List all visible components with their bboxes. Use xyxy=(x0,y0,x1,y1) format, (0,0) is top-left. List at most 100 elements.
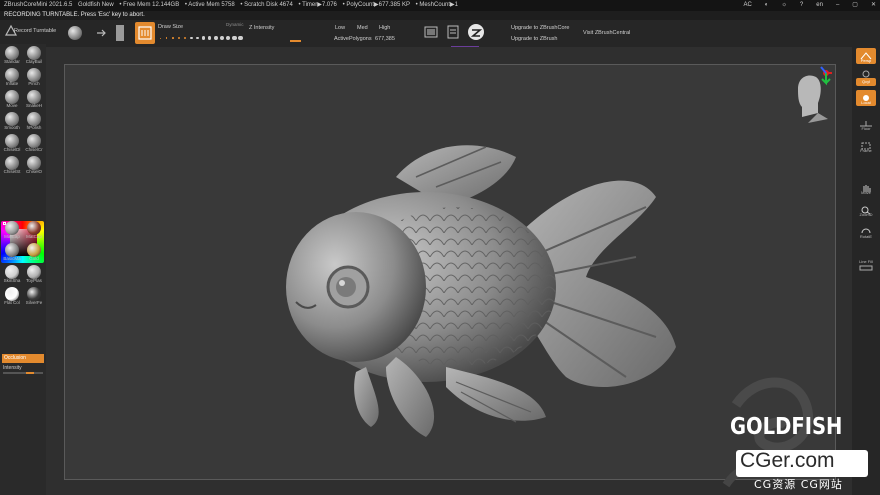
brush-preview-icon xyxy=(27,90,41,104)
image-icon[interactable] xyxy=(424,26,438,38)
brush-preview-icon xyxy=(27,112,41,126)
intensity-slider[interactable] xyxy=(3,372,43,374)
draw-size-dot[interactable] xyxy=(172,37,174,39)
material-7[interactable]: SilverFe xyxy=(23,286,45,306)
material-preview-icon xyxy=(5,287,19,301)
material-label: BasicMa xyxy=(3,256,21,261)
brush-preview-icon xyxy=(27,156,41,170)
rotate-button[interactable]: RotatE xyxy=(856,224,876,240)
record-turntable-label[interactable]: Record Turntable xyxy=(14,28,56,34)
visit-zbrushcentral-link[interactable]: Visit ZBrushCentral xyxy=(583,30,630,36)
draw-mode-button[interactable] xyxy=(135,22,155,44)
poly-count: • PolyCount▶677.385 KP xyxy=(342,2,410,8)
brush-preview-icon xyxy=(5,156,19,170)
floor-button[interactable]: Floor xyxy=(856,116,876,132)
material-label: Gold xyxy=(29,256,39,261)
qcyl-button[interactable]: Qcyl xyxy=(856,78,876,86)
draw-size-dot[interactable] xyxy=(178,37,180,39)
material-2[interactable]: BasicMa xyxy=(1,242,23,262)
brush-10[interactable]: ChiselSt xyxy=(1,155,23,175)
material-preview-icon xyxy=(27,243,41,257)
low-label[interactable]: Low xyxy=(335,25,345,31)
draw-size-dot[interactable] xyxy=(232,35,237,41)
zoom-button[interactable]: ZoomD xyxy=(856,202,876,218)
brush-7[interactable]: hPolish xyxy=(23,111,45,131)
local-button[interactable]: Local xyxy=(856,90,876,106)
draw-size-dot[interactable] xyxy=(238,35,243,41)
brush-11[interactable]: ChiselO xyxy=(23,155,45,175)
brush-8[interactable]: ChiselDl xyxy=(1,133,23,153)
minimize-icon[interactable]: – xyxy=(836,0,839,11)
brush-4[interactable]: Move xyxy=(1,89,23,109)
draw-size-dot[interactable] xyxy=(166,37,168,39)
move-button[interactable]: Move xyxy=(856,180,876,196)
line-fill-button[interactable]: Line Fill xyxy=(856,256,876,272)
brush-label: Standar xyxy=(4,59,20,64)
frame-button[interactable]: Frame xyxy=(856,138,876,154)
material-label: SkinSha xyxy=(3,278,21,283)
draw-size-dot[interactable] xyxy=(184,36,187,40)
dynamic-label[interactable]: Dynamic xyxy=(226,22,244,27)
material-3[interactable]: Gold xyxy=(23,242,45,262)
material-1[interactable]: MatCap xyxy=(23,220,45,240)
upgrade-zbrush-link[interactable]: Upgrade to ZBrush xyxy=(511,36,557,42)
material-5[interactable]: ToyPlas xyxy=(23,264,45,284)
window-icon-1[interactable]: ◐ xyxy=(765,0,769,11)
persp-button[interactable]: Persp xyxy=(856,48,876,64)
goldfish-title: GOLDFISH xyxy=(730,414,843,440)
top-shelf: Record Turntable Draw Size Dynamic Z Int… xyxy=(0,20,880,63)
brush-preview-icon xyxy=(27,134,41,148)
material-preview-icon xyxy=(5,221,19,235)
draw-size-dot[interactable] xyxy=(220,36,224,40)
active-mem: • Active Mem 5758 xyxy=(184,2,235,8)
document-icon[interactable] xyxy=(114,24,126,42)
brush-1[interactable]: ClayBuil xyxy=(23,45,45,65)
goldfish-sculpt[interactable] xyxy=(276,137,706,457)
material-preview-icon xyxy=(27,265,41,279)
material-label: MatCap xyxy=(26,234,42,239)
material-label: ToyPlas xyxy=(26,278,42,283)
high-label[interactable]: High xyxy=(379,25,390,31)
brush-preview-icon xyxy=(5,112,19,126)
brush-6[interactable]: Smooth xyxy=(1,111,23,131)
material-6[interactable]: Flat Col xyxy=(1,286,23,306)
material-0[interactable]: MatCap xyxy=(1,220,23,240)
brush-label: SnakeH xyxy=(25,103,42,108)
material-preview-icon xyxy=(5,265,19,279)
draw-size-dot[interactable] xyxy=(208,36,212,40)
occlusion-button[interactable]: Occlusion xyxy=(2,354,44,363)
draw-size-dot[interactable] xyxy=(196,36,199,40)
draw-size-dot[interactable] xyxy=(214,36,218,40)
recording-notice: RECORDING TURNTABLE. Press 'Esc' key to … xyxy=(4,12,145,18)
brush-label: ChiselDl xyxy=(3,147,21,152)
window-icon-2[interactable]: ☼ xyxy=(781,0,787,11)
draw-size-dot[interactable] xyxy=(226,35,231,41)
help-icon[interactable]: ? xyxy=(800,0,803,11)
brush-5[interactable]: SnakeH xyxy=(23,89,45,109)
brush-9[interactable]: ChiselCr xyxy=(23,133,45,153)
watermark-text: CGer.com xyxy=(740,449,835,472)
brush-2[interactable]: Inflate xyxy=(1,67,23,87)
brush-sphere-icon[interactable] xyxy=(68,26,82,40)
brush-3[interactable]: Pinch xyxy=(23,67,45,87)
draw-size-dot[interactable] xyxy=(160,37,161,39)
mesh-count: • MeshCount▶1 xyxy=(415,2,458,8)
arrow-right-icon[interactable] xyxy=(96,28,108,38)
navigation-gizmo[interactable] xyxy=(788,63,836,125)
close-icon[interactable]: ✕ xyxy=(871,0,876,11)
draw-size-dot[interactable] xyxy=(202,36,206,40)
brush-label: ChiselCr xyxy=(25,147,43,152)
draw-size-dot[interactable] xyxy=(190,36,193,40)
z-intensity-fill xyxy=(290,40,301,42)
layers-icon[interactable] xyxy=(446,24,460,40)
material-4[interactable]: SkinSha xyxy=(1,264,23,284)
maximize-icon[interactable]: ▢ xyxy=(852,0,858,11)
intensity-slider-handle[interactable] xyxy=(26,372,34,374)
brush-label: Inflate xyxy=(5,81,19,86)
brush-0[interactable]: Standar xyxy=(1,45,23,65)
lang-label[interactable]: en xyxy=(816,0,823,11)
brush-preview-icon xyxy=(27,68,41,82)
brush-label: Smooth xyxy=(4,125,20,130)
upgrade-core-link[interactable]: Upgrade to ZBrushCore xyxy=(511,25,569,31)
med-label[interactable]: Med xyxy=(357,25,368,31)
